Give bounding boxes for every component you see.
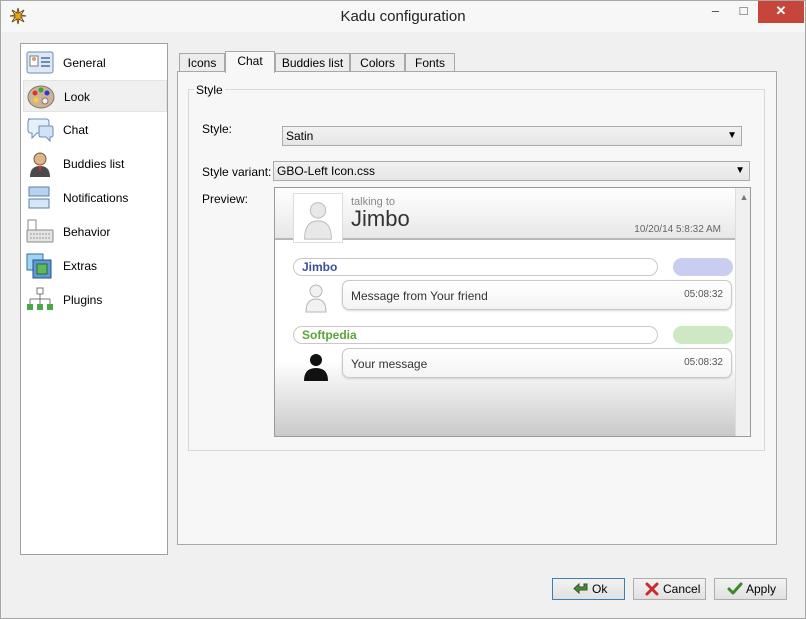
sidebar-item-label: Chat	[63, 123, 89, 137]
style-combobox[interactable]: Satin ▼	[282, 126, 742, 146]
chevron-down-icon: ▼	[735, 165, 745, 176]
cancel-x-icon	[645, 582, 659, 596]
scroll-up-arrow-icon[interactable]: ▲	[737, 189, 750, 205]
tab-colors[interactable]: Colors	[350, 53, 405, 72]
sidebar-item-label: Buddies list	[63, 157, 125, 171]
checkmark-icon	[727, 582, 743, 595]
style-variant-combobox-value: GBO-Left Icon.css	[277, 164, 376, 178]
cancel-button-label: Cancel	[663, 582, 701, 596]
chat-icon	[27, 118, 54, 143]
user-silhouette-icon	[304, 354, 328, 381]
self-nick-bar: Softpedia	[293, 326, 658, 344]
title-bar: Kadu configuration – □ ✕	[1, 1, 805, 32]
sidebar-item-label: General	[63, 56, 106, 70]
plugins-icon	[27, 287, 53, 310]
chat-style-preview: talking to Jimbo 10/20/14 5:8:32 AM Jimb…	[274, 187, 751, 437]
contact-name: Jimbo	[351, 206, 410, 231]
message-bubble: Your message 05:08:32	[342, 348, 732, 378]
preview-label: Preview:	[202, 192, 249, 206]
extras-icon	[26, 253, 52, 279]
message-time: 05:08:32	[684, 289, 723, 300]
message-bubble: Message from Your friend 05:08:32	[342, 280, 732, 310]
minimize-button[interactable]: –	[702, 1, 729, 23]
buddies-icon	[30, 152, 50, 177]
sidebar-item-label: Look	[64, 90, 91, 104]
message-text: Your message	[351, 357, 428, 371]
sidebar-item-buddies-list[interactable]: Buddies list	[23, 148, 167, 180]
sidebar-item-chat[interactable]: Chat	[23, 114, 167, 146]
tab-fonts[interactable]: Fonts	[405, 53, 455, 72]
sidebar-item-general[interactable]: General	[23, 47, 167, 79]
style-group-title: Style	[194, 83, 225, 97]
sidebar-item-behavior[interactable]: Behavior	[23, 216, 167, 248]
conversation-date: 10/20/14 5:8:32 AM	[634, 224, 721, 235]
preview-header: talking to Jimbo 10/20/14 5:8:32 AM	[275, 188, 735, 243]
ok-button[interactable]: Ok	[552, 578, 625, 600]
sidebar-item-extras[interactable]: Extras	[23, 250, 167, 282]
message-text: Message from Your friend	[351, 289, 488, 303]
sidebar-item-plugins[interactable]: Plugins	[23, 284, 167, 316]
tab-buddies-list[interactable]: Buddies list	[275, 53, 350, 72]
apply-button[interactable]: Apply	[714, 578, 787, 600]
apply-button-label: Apply	[746, 582, 777, 596]
sidebar-item-label: Behavior	[63, 225, 111, 239]
preview-scrollbar[interactable]: ▲	[735, 188, 750, 436]
ok-arrow-icon	[573, 582, 588, 595]
sidebar-item-label: Extras	[63, 259, 98, 273]
sender-cloud-decoration	[673, 258, 733, 276]
sidebar-item-label: Notifications	[63, 191, 129, 205]
behavior-icon	[26, 219, 54, 243]
kadu-configuration-window: Kadu configuration – □ ✕ General Look Ch…	[0, 0, 806, 619]
style-combobox-value: Satin	[286, 129, 314, 143]
style-variant-label: Style variant:	[202, 165, 272, 179]
chevron-down-icon: ▼	[727, 130, 737, 141]
config-sidebar: General Look Chat Buddies list Notificat…	[20, 43, 168, 555]
cancel-button[interactable]: Cancel	[633, 578, 706, 600]
ok-button-label: Ok	[592, 582, 608, 596]
self-cloud-decoration	[673, 326, 733, 344]
notifications-icon	[28, 186, 50, 209]
contact-avatar-icon	[293, 193, 343, 243]
tab-chat[interactable]: Chat	[225, 51, 275, 73]
message-time: 05:08:32	[684, 357, 723, 368]
sender-nick-bar: Jimbo	[293, 258, 658, 276]
tab-icons[interactable]: Icons	[179, 53, 225, 72]
general-icon	[26, 51, 54, 74]
sidebar-item-label: Plugins	[63, 293, 103, 307]
sidebar-item-look[interactable]: Look	[23, 80, 167, 112]
close-button[interactable]: ✕	[758, 1, 804, 23]
maximize-button[interactable]: □	[730, 1, 757, 23]
style-variant-combobox[interactable]: GBO-Left Icon.css ▼	[273, 161, 750, 181]
sidebar-item-notifications[interactable]: Notifications	[23, 182, 167, 214]
window-title: Kadu configuration	[340, 8, 466, 25]
look-icon	[27, 85, 55, 109]
friend-avatar-icon	[305, 284, 327, 313]
style-label: Style:	[202, 122, 233, 136]
